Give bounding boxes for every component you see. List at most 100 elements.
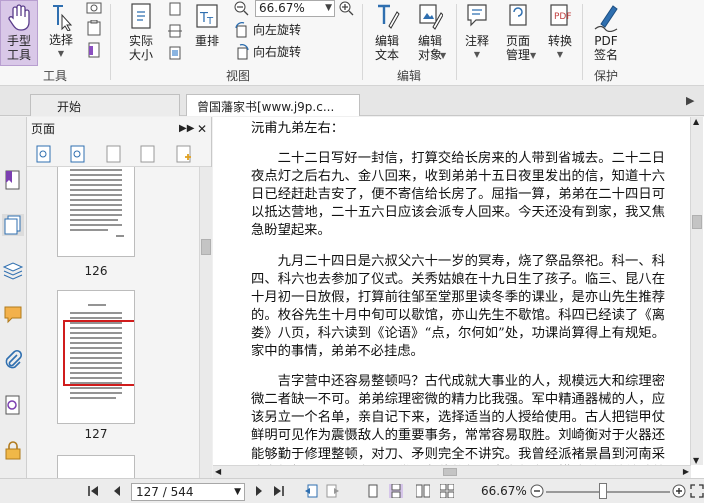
single-page-view-icon[interactable] [366, 484, 380, 498]
highlight-icon[interactable] [86, 42, 102, 58]
reflow-label: 重排 [194, 34, 219, 48]
edit-object-dropdown-icon[interactable]: ▼ [440, 51, 446, 60]
select-dropdown-icon: ▼ [57, 49, 65, 58]
page-thumbnail-current[interactable] [57, 290, 153, 424]
zoom-slider-track[interactable] [546, 491, 670, 493]
navigation-icon-strip [0, 117, 27, 478]
panel-expand-icon[interactable]: ▶▶ [179, 117, 194, 141]
thumbnail-text-lines [63, 304, 153, 399]
zoom-out-status-icon[interactable] [530, 484, 544, 498]
attachment-icon[interactable] [2, 349, 24, 371]
zoom-dropdown-icon[interactable]: ▼ [325, 1, 332, 16]
last-page-icon[interactable] [272, 484, 286, 498]
pdf-sign-button[interactable]: PDF 签名 [587, 0, 625, 66]
pages-icon[interactable] [2, 214, 24, 236]
zoom-input-value: 66.67% [259, 1, 305, 15]
panel-toolbar [27, 141, 211, 167]
tab-list-icon[interactable]: ▶ [686, 94, 694, 107]
group-label-protect: 保护 [593, 69, 618, 83]
snapshot-icon[interactable] [86, 0, 102, 14]
scroll-down-icon[interactable]: ▼ [693, 456, 699, 465]
page-number-input[interactable]: 127 / 544 ▼ [131, 483, 245, 501]
rotate-right-button[interactable]: 向右旋转 [234, 43, 301, 60]
security-lock-icon[interactable] [2, 439, 24, 461]
edit-text-button[interactable]: 编辑 文本 [368, 0, 406, 66]
document-view[interactable]: 沅甫九弟左右： 二十二日写好一封信，打算交给长房来的人带到省城去。二十二日夜点灯… [213, 117, 704, 478]
rotate-right-icon [237, 43, 249, 59]
letter-paragraph: 九月二十四日是六叔父六十一岁的冥寿，烧了祭品祭祀。科一、科四、科六也去参加了仪式… [251, 253, 665, 360]
page-thumbnail[interactable] [57, 455, 135, 478]
thumbnail-scrollbar[interactable] [199, 167, 212, 478]
convert-dropdown-icon: ▼ [556, 50, 564, 59]
bookmark-icon[interactable] [2, 169, 24, 191]
zoom-level-display: 66.67% [481, 484, 527, 498]
reflow-button[interactable]: T T 重排 [190, 0, 224, 66]
replace-page-icon[interactable] [139, 145, 157, 163]
previous-view-icon[interactable] [304, 484, 318, 498]
comment-button[interactable]: 注释 ▼ [460, 0, 494, 66]
zoom-out-thumb-icon[interactable] [69, 145, 87, 163]
document-scroll-thumb[interactable] [692, 215, 702, 229]
tab-document[interactable]: 曾国藩家书[www.j9p.c... [186, 94, 360, 116]
ribbon-toolbar: 手型 工具 选择 ▼ 工具 实际 大小 T T 重排 66.67% ▼ 向左旋转… [0, 0, 704, 86]
clipboard-icon[interactable] [86, 20, 102, 36]
layers-icon[interactable] [2, 259, 24, 281]
actual-size-icon [131, 3, 151, 29]
group-label-tools: 工具 [42, 69, 67, 83]
tab-start[interactable]: 开始 [30, 94, 180, 116]
scroll-right-icon[interactable]: ▶ [683, 467, 689, 476]
rotate-left-button[interactable]: 向左旋转 [234, 21, 301, 38]
pages-panel: 页面 ▶▶ ✕ 126 127 [27, 117, 212, 478]
fit-page-icon[interactable] [168, 2, 182, 16]
hand-tool-button[interactable]: 手型 工具 [0, 0, 38, 66]
document-vertical-scrollbar[interactable]: ▲ ▼ [690, 117, 703, 465]
tab-start-label: 开始 [57, 100, 82, 114]
scroll-up-icon[interactable]: ▲ [693, 117, 699, 126]
hand-icon [8, 4, 30, 31]
convert-button[interactable]: PDF 转换 ▼ [543, 0, 577, 66]
group-label-view: 视图 [225, 69, 250, 83]
zoom-in-status-icon[interactable] [672, 484, 686, 498]
tab-document-label: 曾国藩家书[www.j9p.c... [197, 100, 335, 114]
zoom-in-thumb-icon[interactable] [35, 145, 53, 163]
first-page-icon[interactable] [86, 484, 100, 498]
zoom-slider-knob[interactable] [599, 483, 607, 499]
extract-page-icon[interactable] [105, 145, 123, 163]
next-view-icon[interactable] [326, 484, 340, 498]
page-thumbnail[interactable] [57, 167, 135, 257]
scroll-left-icon[interactable]: ◀ [215, 467, 221, 476]
edit-text-label: 编辑 文本 [374, 34, 399, 62]
document-page-text: 沅甫九弟左右： 二十二日写好一封信，打算交给长房来的人带到省城去。二十二日夜点灯… [251, 120, 665, 478]
page-thumbnails: 126 127 [27, 167, 199, 478]
fit-width-icon[interactable] [168, 24, 182, 38]
signature-panel-icon[interactable] [2, 394, 24, 416]
document-horizontal-scrollbar[interactable]: ◀ ▶ [213, 465, 691, 478]
fit-visible-icon[interactable] [168, 46, 182, 60]
horizontal-scroll-thumb[interactable] [443, 468, 457, 476]
panel-close-icon[interactable]: ✕ [197, 117, 207, 141]
actual-size-button[interactable]: 实际 大小 [120, 0, 162, 66]
insert-page-icon[interactable] [175, 145, 193, 163]
select-button[interactable]: 选择 ▼ [44, 0, 78, 66]
group-label-edit: 编辑 [396, 69, 421, 83]
zoom-input[interactable]: 66.67% ▼ [255, 0, 335, 17]
page-manage-dropdown-icon[interactable]: ▼ [530, 51, 536, 60]
rotate-left-icon [235, 21, 247, 37]
continuous-facing-view-icon[interactable] [440, 484, 454, 498]
page-dropdown-icon[interactable]: ▼ [234, 484, 241, 500]
fullscreen-icon[interactable] [690, 484, 704, 498]
facing-view-icon[interactable] [416, 484, 430, 498]
comments-panel-icon[interactable] [2, 304, 24, 326]
previous-page-icon[interactable] [110, 484, 124, 498]
letter-paragraph: 吉字营中还容易整顿吗？古代成就大事业的人，规模远大和综理密微二者缺一不可。弟弟综… [251, 374, 665, 478]
thumbnail-scroll-thumb[interactable] [201, 239, 211, 255]
comment-label: 注释 [464, 34, 489, 48]
continuous-view-icon[interactable] [389, 484, 403, 498]
status-bar: 127 / 544 ▼ 66.67% [0, 478, 704, 503]
next-page-icon[interactable] [252, 484, 266, 498]
comment-dropdown-icon: ▼ [473, 50, 481, 59]
zoom-out-icon[interactable] [233, 0, 249, 16]
rotate-left-label: 向左旋转 [253, 23, 302, 37]
pen-sign-icon [594, 5, 618, 32]
zoom-in-icon[interactable] [338, 0, 354, 16]
